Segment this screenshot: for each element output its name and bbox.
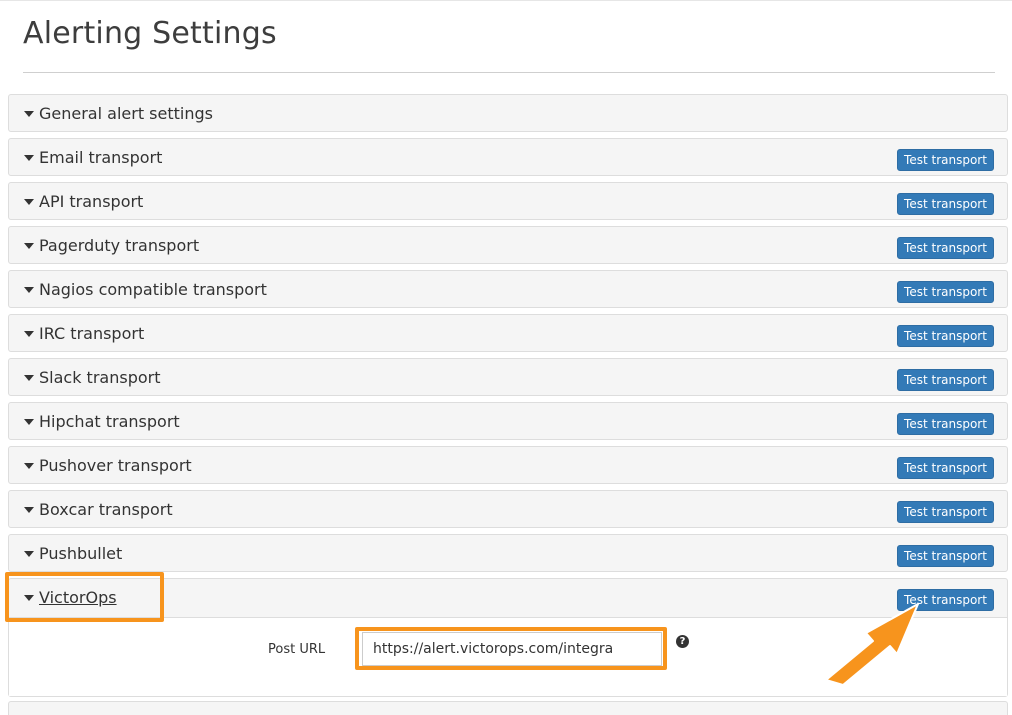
test-transport-button-api[interactable]: Test transport bbox=[897, 193, 994, 215]
test-transport-button-boxcar[interactable]: Test transport bbox=[897, 501, 994, 523]
panel-api-transport: API transport Test transport bbox=[8, 182, 1008, 220]
panel-title[interactable]: Pagerduty transport bbox=[39, 236, 199, 255]
caret-down-icon bbox=[24, 111, 34, 117]
panel-slack-transport: Slack transport Test transport bbox=[8, 358, 1008, 396]
post-url-label: Post URL bbox=[268, 642, 326, 657]
highlight-post-url-input bbox=[355, 627, 667, 670]
panel-title[interactable]: Slack transport bbox=[39, 368, 160, 387]
test-transport-button-pagerduty[interactable]: Test transport bbox=[897, 237, 994, 259]
panel-pushbullet: Pushbullet Test transport bbox=[8, 534, 1008, 572]
panel-title[interactable]: API transport bbox=[39, 192, 143, 211]
test-transport-button-pushover[interactable]: Test transport bbox=[897, 457, 994, 479]
panel-title[interactable]: IRC transport bbox=[39, 324, 144, 343]
panel-heading-general[interactable]: General alert settings bbox=[9, 95, 1007, 131]
caret-down-icon bbox=[24, 155, 34, 161]
test-transport-button-email[interactable]: Test transport bbox=[897, 149, 994, 171]
test-transport-button-pushbullet[interactable]: Test transport bbox=[897, 545, 994, 567]
question-circle-icon[interactable]: ? bbox=[676, 635, 689, 648]
test-transport-button-victorops[interactable]: Test transport bbox=[897, 589, 994, 611]
caret-down-icon bbox=[24, 507, 34, 513]
panel-title[interactable]: General alert settings bbox=[39, 104, 213, 123]
panel-nagios-transport: Nagios compatible transport Test transpo… bbox=[8, 270, 1008, 308]
panel-irc-transport: IRC transport Test transport bbox=[8, 314, 1008, 352]
panel-boxcar-transport: Boxcar transport Test transport bbox=[8, 490, 1008, 528]
panel-heading-irc[interactable]: IRC transport Test transport bbox=[9, 315, 1007, 351]
page-title: Alerting Settings bbox=[23, 16, 277, 51]
panel-heading-slack[interactable]: Slack transport Test transport bbox=[9, 359, 1007, 395]
panel-heading-email[interactable]: Email transport Test transport bbox=[9, 139, 1007, 175]
panel-heading-hipchat[interactable]: Hipchat transport Test transport bbox=[9, 403, 1007, 439]
test-transport-button-irc[interactable]: Test transport bbox=[897, 325, 994, 347]
panel-heading-pagerduty[interactable]: Pagerduty transport Test transport bbox=[9, 227, 1007, 263]
panel-heading-api[interactable]: API transport Test transport bbox=[9, 183, 1007, 219]
panel-title[interactable]: Hipchat transport bbox=[39, 412, 180, 431]
caret-down-icon bbox=[24, 463, 34, 469]
caret-down-icon bbox=[24, 419, 34, 425]
panel-title[interactable]: Pushbullet bbox=[39, 544, 122, 563]
panel-heading-pushover[interactable]: Pushover transport Test transport bbox=[9, 447, 1007, 483]
panel-title[interactable]: Email transport bbox=[39, 148, 162, 167]
panel-title[interactable]: Nagios compatible transport bbox=[39, 280, 267, 299]
panel-hipchat-transport: Hipchat transport Test transport bbox=[8, 402, 1008, 440]
panel-heading-nagios[interactable]: Nagios compatible transport Test transpo… bbox=[9, 271, 1007, 307]
caret-down-icon bbox=[24, 199, 34, 205]
top-border bbox=[0, 0, 1012, 1]
panel-heading-pushbullet[interactable]: Pushbullet Test transport bbox=[9, 535, 1007, 571]
panel-pagerduty-transport: Pagerduty transport Test transport bbox=[8, 226, 1008, 264]
test-transport-button-nagios[interactable]: Test transport bbox=[897, 281, 994, 303]
caret-down-icon bbox=[24, 331, 34, 337]
caret-down-icon bbox=[24, 287, 34, 293]
panel-general-alert-settings: General alert settings bbox=[8, 94, 1008, 132]
panel-heading-boxcar[interactable]: Boxcar transport Test transport bbox=[9, 491, 1007, 527]
caret-down-icon bbox=[24, 375, 34, 381]
panel-pushover-transport: Pushover transport Test transport bbox=[8, 446, 1008, 484]
test-transport-button-slack[interactable]: Test transport bbox=[897, 369, 994, 391]
caret-down-icon bbox=[24, 243, 34, 249]
highlight-victorops-heading bbox=[5, 572, 164, 622]
panel-email-transport: Email transport Test transport bbox=[8, 138, 1008, 176]
panel-title[interactable]: Boxcar transport bbox=[39, 500, 173, 519]
panel-title[interactable]: Pushover transport bbox=[39, 456, 192, 475]
test-transport-button-hipchat[interactable]: Test transport bbox=[897, 413, 994, 435]
title-divider bbox=[23, 72, 995, 73]
caret-down-icon bbox=[24, 551, 34, 557]
next-panel-partial bbox=[8, 701, 1008, 715]
